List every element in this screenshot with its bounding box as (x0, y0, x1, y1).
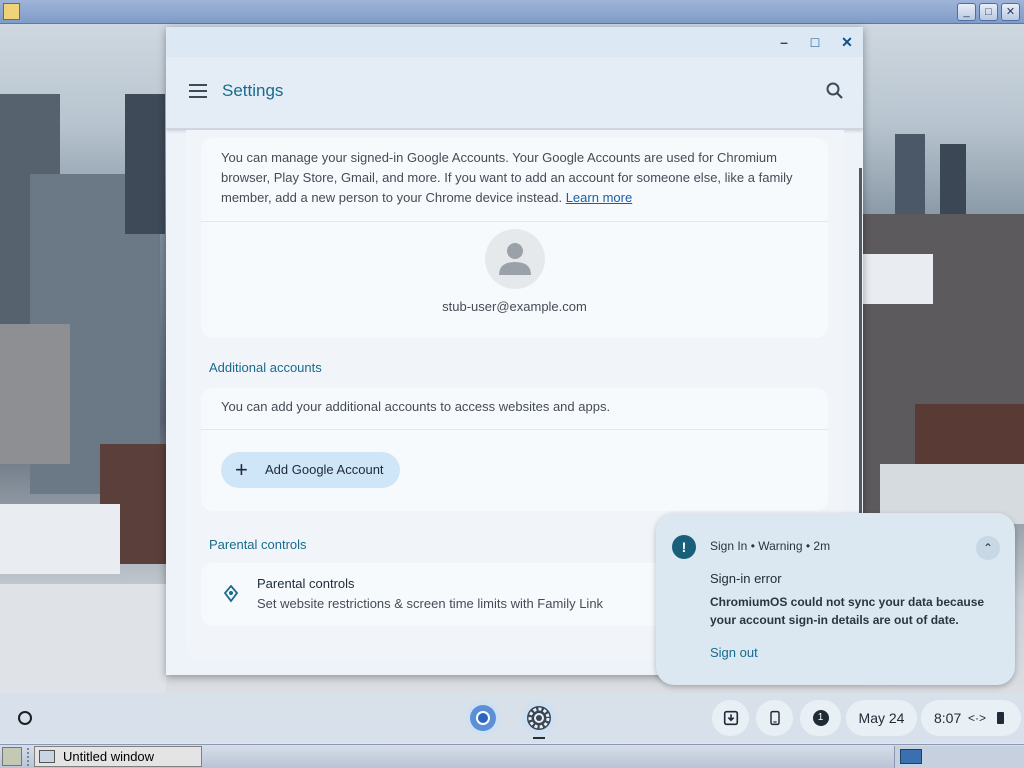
search-icon[interactable] (825, 81, 845, 101)
host-maximize-button[interactable]: □ (979, 3, 998, 21)
notification-title: Sign-in error (710, 571, 782, 586)
host-taskbar: Untitled window (0, 744, 1024, 768)
display-icon[interactable] (900, 749, 922, 764)
add-google-account-label: Add Google Account (265, 462, 384, 477)
plus-icon: + (235, 457, 248, 482)
user-email: stub-user@example.com (442, 299, 587, 314)
clock: 8:07 (934, 710, 962, 726)
host-tray (894, 746, 1024, 768)
app-header: Settings (166, 57, 863, 129)
additional-accounts-title: Additional accounts (209, 360, 322, 375)
host-app-icon (3, 3, 20, 20)
avatar (485, 229, 545, 289)
signin-notification[interactable]: ! Sign In • Warning • 2m ⌃ Sign-in error… (656, 513, 1015, 685)
page-title: Settings (222, 81, 284, 100)
window-icon (39, 750, 55, 763)
sign-out-button[interactable]: Sign out (710, 645, 758, 660)
accounts-card: You can manage your signed-in Google Acc… (201, 138, 828, 338)
add-google-account-button[interactable]: + Add Google Account (221, 452, 400, 488)
window-maximize-button[interactable]: □ (805, 33, 825, 51)
shelf: 1 May 24 8:07 <·> (0, 693, 1024, 743)
menu-icon[interactable] (189, 84, 207, 98)
accounts-description: You can manage your signed-in Google Acc… (221, 148, 811, 208)
accounts-description-text: You can manage your signed-in Google Acc… (221, 150, 793, 205)
settings-app-icon[interactable] (522, 701, 556, 735)
notification-age: 2m (813, 539, 831, 553)
host-start-button[interactable] (2, 747, 22, 766)
collapse-chevron-icon[interactable]: ⌃ (976, 536, 1000, 560)
chromium-logo-icon (470, 705, 496, 731)
status-area[interactable]: 8:07 <·> (921, 700, 1021, 736)
notification-meta: Sign In • Warning • 2m (710, 539, 830, 553)
window-caption: – □ ✕ (166, 27, 863, 57)
holding-space-button[interactable] (712, 700, 749, 736)
battery-icon (997, 712, 1004, 724)
divider (201, 221, 828, 222)
notification-severity: Warning (758, 539, 803, 553)
phone-hub-button[interactable] (756, 700, 793, 736)
host-task-label: Untitled window (63, 749, 155, 764)
parental-controls-section-title: Parental controls (209, 537, 307, 552)
family-link-icon (223, 585, 239, 603)
gear-icon (527, 706, 551, 730)
chromium-app-icon[interactable] (466, 701, 500, 735)
network-icon: <·> (968, 711, 987, 725)
host-task-button[interactable]: Untitled window (34, 746, 202, 767)
taskbar-grip (27, 748, 32, 766)
notification-counter[interactable]: 1 (800, 700, 841, 736)
active-app-indicator (533, 737, 545, 739)
phone-icon (769, 710, 780, 726)
window-minimize-button[interactable]: – (774, 33, 794, 51)
window-close-button[interactable]: ✕ (837, 33, 857, 51)
date-tray[interactable]: May 24 (846, 700, 917, 736)
notification-body: ChromiumOS could not sync your data beca… (710, 595, 985, 627)
notification-source: Sign In (710, 539, 748, 553)
person-icon (499, 243, 531, 275)
learn-more-link[interactable]: Learn more (566, 190, 632, 205)
launcher-button[interactable] (13, 706, 37, 730)
download-tray-icon (723, 710, 738, 726)
host-titlebar: _ □ ✕ (0, 0, 1024, 24)
host-close-button[interactable]: ✕ (1001, 3, 1020, 21)
additional-accounts-card: You can add your additional accounts to … (201, 388, 828, 511)
warning-icon: ! (672, 535, 696, 559)
parental-controls-title: Parental controls (257, 576, 355, 591)
host-minimize-button[interactable]: _ (957, 3, 976, 21)
additional-accounts-description: You can add your additional accounts to … (221, 399, 611, 414)
notification-count-badge: 1 (812, 710, 829, 726)
divider (201, 429, 828, 430)
parental-controls-subtitle: Set website restrictions & screen time l… (257, 596, 604, 611)
